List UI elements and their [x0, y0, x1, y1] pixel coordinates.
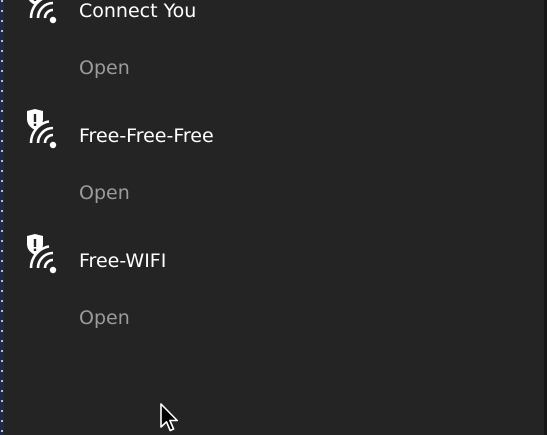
network-name: Free-Free-Free: [79, 125, 214, 147]
wifi-network-panel: Connect You Open Free-Free-Free Open Fre…: [0, 0, 547, 435]
network-security-status: Open: [79, 182, 130, 204]
wifi-shield-warning-icon: [27, 109, 57, 149]
mouse-cursor-icon: [160, 403, 178, 432]
wifi-shield-warning-icon: [28, 0, 57, 24]
network-list: Connect You Open Free-Free-Free Open Fre…: [0, 0, 544, 435]
network-security-status: Open: [79, 307, 130, 329]
wifi-shield-warning-icon: [27, 234, 57, 274]
network-item-connect-you[interactable]: Connect You Open: [0, 0, 544, 109]
network-item-free-wifi[interactable]: Free-WIFI Open: [0, 234, 544, 359]
network-item-free-free-free[interactable]: Free-Free-Free Open: [0, 109, 544, 234]
network-name: Free-WIFI: [79, 250, 167, 272]
network-security-status: Open: [79, 57, 130, 79]
network-name: Connect You: [79, 0, 197, 22]
